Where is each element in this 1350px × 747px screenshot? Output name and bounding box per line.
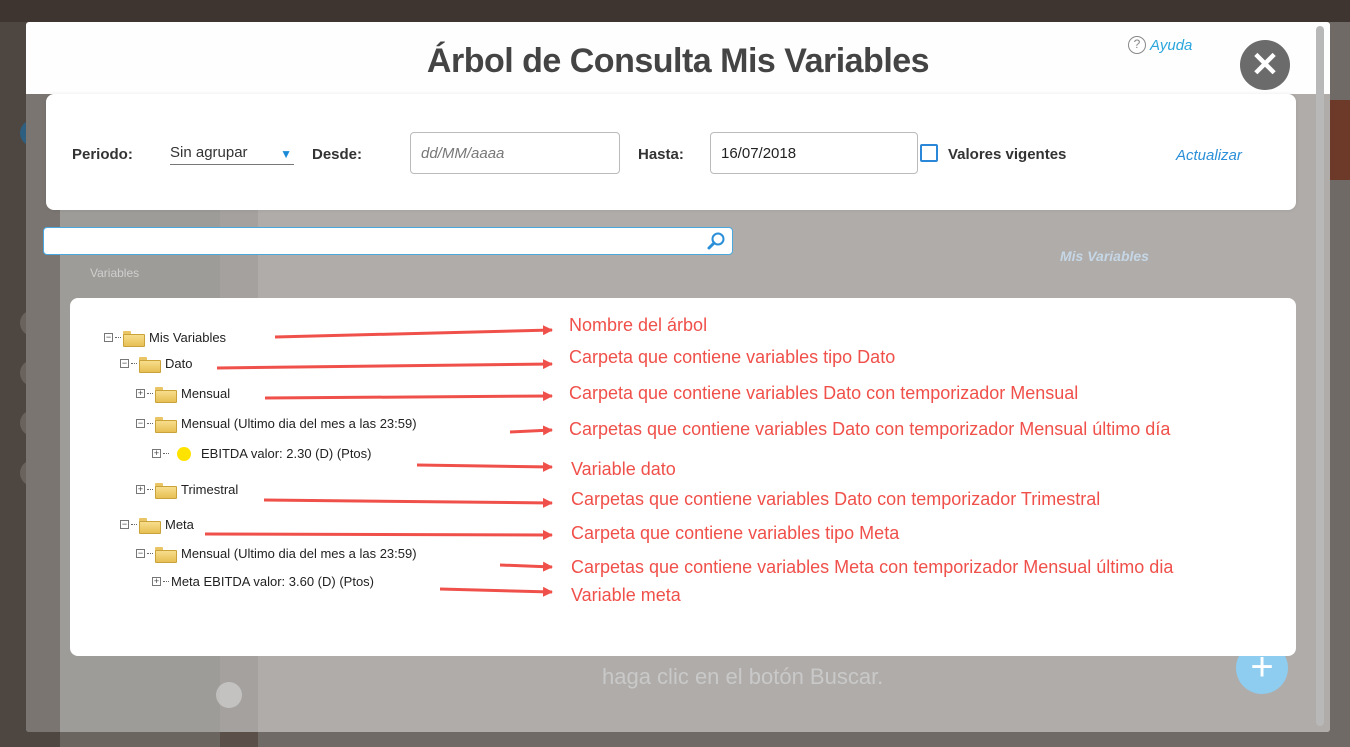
folder-icon [155,482,177,499]
folder-icon [155,386,177,403]
to-date-input[interactable]: 16/07/2018 [710,132,918,174]
annotation-label: Carpetas que contiene variables Meta con… [571,557,1174,577]
tree-node[interactable]: − Meta [120,517,194,534]
tree-node-label: Trimestral [181,482,239,497]
tree-node-label: EBITDA valor: 2.30 (D) (Ptos) [201,446,372,461]
tree-node-label: Mis Variables [149,330,227,345]
tree-node-label: Mensual (Ultimo dia del mes a las 23:59) [181,416,417,431]
expand-icon[interactable]: + [152,449,161,458]
tree-node[interactable]: + EBITDA valor: 2.30 (D) (Ptos) [152,446,372,461]
annotation-label: Variable meta [571,585,681,605]
folder-open-icon [139,517,161,534]
dim-mis-variables: Mis Variables [1060,248,1149,264]
expand-icon[interactable]: + [152,577,161,586]
annotation-label: Nombre del árbol [569,315,708,335]
from-label: Desde: [312,146,363,163]
tree-node[interactable]: + Trimestral [136,482,239,499]
folder-open-icon [155,546,177,563]
collapse-icon[interactable]: − [136,419,145,428]
annotation-label: Carpetas que contiene variables Dato con… [569,419,1171,439]
folder-open-icon [139,356,161,373]
search-icon[interactable] [706,231,726,251]
from-date-input[interactable]: dd/MM/aaaa [410,132,620,174]
annotation-label: Carpeta que contiene variables Dato con … [569,383,1079,403]
close-icon: ✕ [1250,46,1280,84]
tree-node[interactable]: + Meta EBITDA valor: 3.60 (D) (Ptos) [152,574,374,589]
period-label: Periodo: [72,146,133,163]
tree-node-label: Meta [165,517,194,532]
tree-query-modal: Variables Mis Variables haga clic en el … [26,22,1330,732]
dim-collapse-button [216,682,242,708]
close-button[interactable]: ✕ [1240,40,1290,90]
search-input[interactable] [43,227,733,255]
expand-icon[interactable]: + [136,485,145,494]
modal-scrollbar[interactable] [1316,26,1324,726]
folder-open-icon [155,416,177,433]
to-label: Hasta: [638,146,684,163]
tree-node[interactable]: − Dato [120,356,193,373]
collapse-icon[interactable]: − [120,359,129,368]
expand-icon[interactable]: + [136,389,145,398]
tree-node[interactable]: − Mis Variables [104,330,227,347]
annotation-label: Carpeta que contiene variables tipo Dato [569,347,896,367]
background-top-bar [0,0,1350,22]
collapse-icon[interactable]: − [136,549,145,558]
status-yellow-icon [177,446,191,461]
tree-node-label: Mensual (Ultimo dia del mes a las 23:59) [181,546,417,561]
period-select[interactable]: Sin agrupar ▼ [170,144,294,165]
help-circle-icon: ? [1128,36,1146,54]
tree-node-label: Mensual [181,386,231,401]
tree-node-label: Meta EBITDA valor: 3.60 (D) (Ptos) [171,574,375,589]
folder-open-icon [123,330,145,347]
filter-card: Periodo: Sin agrupar ▼ Desde: dd/MM/aaaa… [46,94,1296,210]
collapse-icon[interactable]: − [120,520,129,529]
annotation-label: Carpeta que contiene variables tipo Meta [571,523,900,543]
tree-node[interactable]: − Mensual (Ultimo dia del mes a las 23:5… [136,416,417,433]
tree-node-label: Dato [165,356,193,371]
help-link[interactable]: ? Ayuda [1128,36,1192,54]
caret-down-icon: ▼ [280,147,292,161]
current-values-label: Valores vigentes [948,146,1067,163]
dim-variables-select: Variables [90,266,140,280]
refresh-link[interactable]: Actualizar [1176,147,1242,164]
annotation-label: Variable dato [571,459,676,479]
collapse-icon[interactable]: − [104,333,113,342]
tree-node[interactable]: + Mensual [136,386,231,403]
period-value: Sin agrupar [170,144,248,161]
current-values-checkbox[interactable] [920,144,938,162]
tree-node[interactable]: − Mensual (Ultimo dia del mes a las 23:5… [136,546,417,563]
annotation-label: Carpetas que contiene variables Dato con… [571,489,1101,509]
help-label: Ayuda [1150,36,1193,54]
dim-hint-text: haga clic en el botón Buscar. [602,664,884,689]
